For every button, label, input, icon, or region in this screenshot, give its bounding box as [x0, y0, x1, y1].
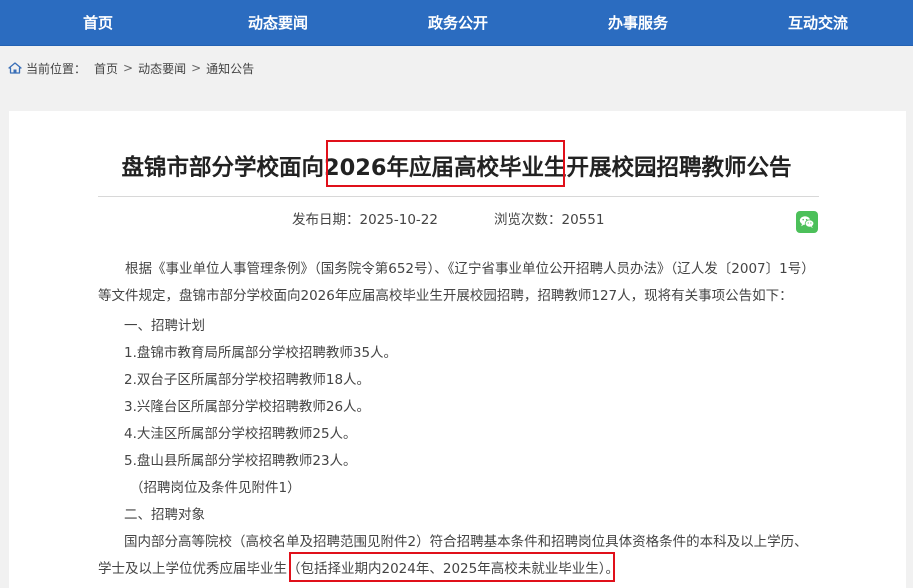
plan-item-2: 2.双台子区所属部分学校招聘教师18人。 [124, 372, 371, 388]
top-navigation: 首页 动态要闻 政务公开 办事服务 互动交流 [0, 0, 913, 46]
breadcrumb-separator: > [123, 61, 134, 75]
article-title: 盘锦市部分学校面向2026年应届高校毕业生开展校园招聘教师公告 [121, 155, 792, 181]
plan-item-3: 3.兴隆台区所属部分学校招聘教师26人。 [124, 399, 371, 415]
view-count-meta: 浏览次数：20551 [494, 211, 604, 229]
section-heading-plan: 一、招聘计划 [124, 318, 205, 334]
publish-date-label: 发布日期： [292, 212, 360, 228]
publish-date-value: 2025-10-22 [359, 212, 438, 228]
home-icon [8, 61, 22, 75]
nav-item-interaction[interactable]: 互动交流 [748, 0, 888, 46]
nav-item-gov-affairs[interactable]: 政务公开 [388, 0, 528, 46]
view-count-label: 浏览次数： [494, 212, 562, 228]
breadcrumb-item-news[interactable]: 动态要闻 [138, 60, 186, 77]
target-text-line-2: 学士及以上学位优秀应届毕业生（包括择业期内2024年、2025年高校未就业毕业生… [98, 560, 619, 578]
nav-item-services[interactable]: 办事服务 [568, 0, 708, 46]
plan-item-5: 5.盘山县所属部分学校招聘教师23人。 [124, 453, 357, 469]
target-text-d: 。 [605, 561, 619, 577]
breadcrumb-item-home[interactable]: 首页 [94, 60, 118, 77]
breadcrumb-label: 当前位置： [26, 61, 87, 76]
plan-item-4: 4.大洼区所属部分学校招聘教师25人。 [124, 426, 357, 442]
target-text-b: 学士及以上学位优秀应届毕业生 [98, 561, 287, 577]
title-divider [98, 196, 819, 197]
breadcrumb-separator: > [191, 61, 202, 75]
intro-paragraph: 根据《事业单位人事管理条例》（国务院令第652号）、《辽宁省事业单位公开招聘人员… [98, 261, 815, 304]
view-count-value: 20551 [561, 212, 605, 228]
plan-item-1: 1.盘锦市教育局所属部分学校招聘教师35人。 [124, 345, 398, 361]
wechat-icon[interactable] [796, 211, 818, 233]
publish-date-meta: 发布日期：2025-10-22 [292, 211, 438, 229]
breadcrumb: 当前位置： 首页 > 动态要闻 > 通知公告 [8, 59, 254, 77]
plan-note: （招聘岗位及条件见附件1） [130, 480, 301, 496]
target-text-line-1: 国内部分高等院校（高校名单及招聘范围见附件2）符合招聘基本条件和招聘岗位具体资格… [124, 534, 808, 550]
breadcrumb-item-notices[interactable]: 通知公告 [206, 60, 254, 77]
nav-item-home[interactable]: 首页 [28, 0, 168, 46]
target-text-c: （包括择业期内2024年、2025年高校未就业毕业生） [287, 561, 606, 577]
nav-item-news[interactable]: 动态要闻 [208, 0, 348, 46]
section-heading-target: 二、招聘对象 [124, 507, 205, 523]
